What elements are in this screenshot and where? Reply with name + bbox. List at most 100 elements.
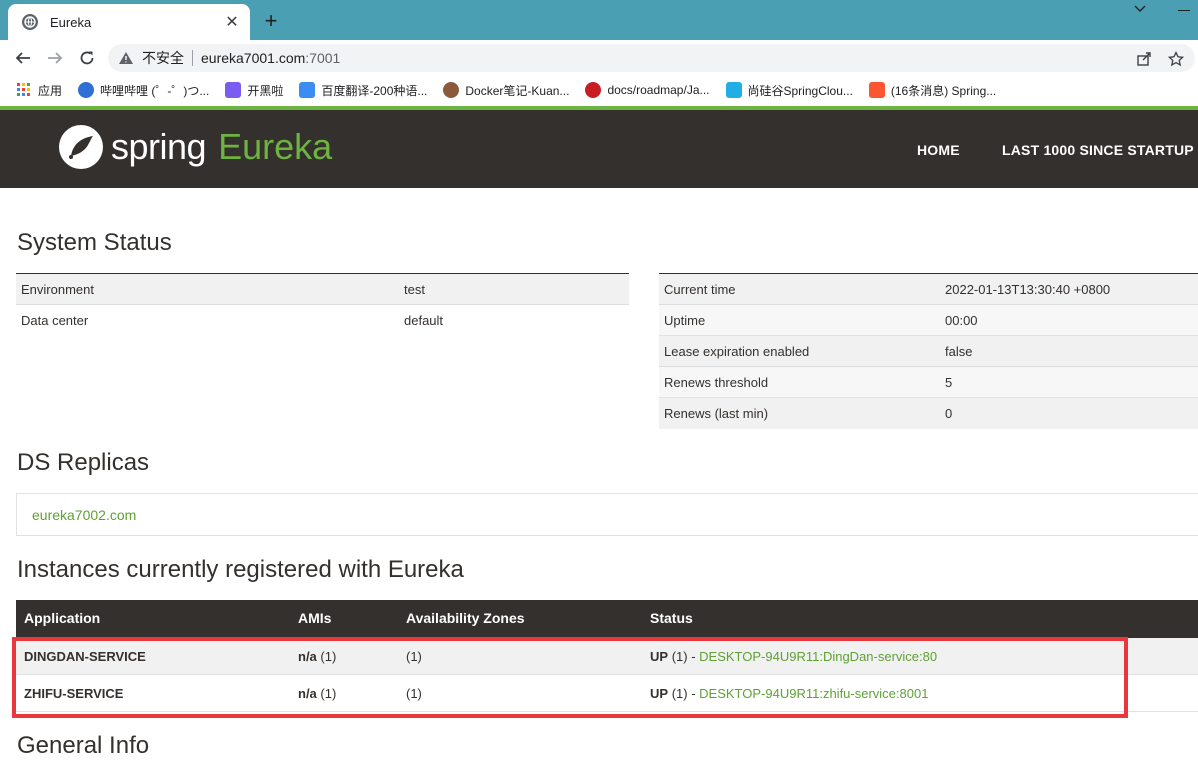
url-host[interactable]: eureka7001.com: [201, 50, 305, 66]
status-row: Data center default: [16, 304, 629, 336]
status-cell: UP (1) - DESKTOP-94U9R11:DingDan-service…: [650, 649, 937, 664]
browser-toolbar: 不安全 eureka7001.com :7001: [0, 40, 1198, 76]
spring-eureka-logo[interactable]: spring Eureka: [57, 123, 332, 171]
status-value: 00:00: [940, 304, 1198, 336]
tab-search-chevron-icon[interactable]: [1134, 2, 1146, 16]
bookmark-label: 应用: [38, 83, 63, 98]
table-row: DINGDAN-SERVICE n/a (1) (1) UP (1) - DES…: [16, 638, 1198, 675]
star-bookmark-icon[interactable]: [1167, 50, 1185, 68]
bookmark-label: 百度翻译-200种语...: [321, 83, 428, 98]
instances-table: Application AMIs Availability Zones Stat…: [16, 600, 1198, 712]
zones-cell: (1): [406, 686, 422, 701]
url-port[interactable]: :7001: [305, 50, 340, 66]
system-status-left-table: Environment test Data center default: [16, 273, 629, 336]
baidu-translate-icon: [299, 82, 316, 98]
status-count: (1) -: [671, 686, 696, 701]
reload-icon[interactable]: [76, 47, 98, 69]
logo-spring-text: spring: [111, 126, 207, 167]
kaiheila-icon: [225, 82, 242, 98]
status-value: 0: [940, 397, 1198, 429]
status-key: Uptime: [659, 304, 940, 336]
gitee-icon: [585, 82, 602, 98]
general-info-title: General Info: [17, 732, 150, 759]
replicas-list: eureka7002.com: [16, 493, 1198, 536]
column-header-application: Application: [24, 610, 101, 626]
bilibili-icon: [78, 82, 95, 98]
status-row: Environment test: [16, 273, 629, 305]
table-row: ZHIFU-SERVICE n/a (1) (1) UP (1) - DESKT…: [16, 675, 1198, 712]
warning-icon[interactable]: [118, 50, 134, 66]
bookmark-item[interactable]: 开黑啦: [225, 82, 283, 99]
system-status-right-table: Current time 2022-01-13T13:30:40 +0800 U…: [659, 273, 1198, 429]
instances-title: Instances currently registered with Eure…: [17, 556, 464, 583]
share-icon[interactable]: [1135, 50, 1153, 68]
status-count: (1) -: [671, 649, 696, 664]
forward-arrow-icon[interactable]: [44, 47, 66, 69]
status-up: UP: [650, 649, 669, 664]
status-value: 2022-01-13T13:30:40 +0800: [940, 273, 1198, 305]
close-tab-icon[interactable]: ✕: [224, 14, 240, 31]
amis-value: n/a: [298, 649, 317, 664]
bookmark-item[interactable]: 百度翻译-200种语...: [299, 82, 427, 99]
column-header-zones: Availability Zones: [406, 610, 525, 626]
status-row: Renews threshold 5: [659, 366, 1198, 398]
status-key: Data center: [16, 304, 399, 336]
bookmark-item[interactable]: (16条消息) Spring...: [868, 82, 997, 99]
application-name: DINGDAN-SERVICE: [24, 649, 146, 664]
system-status-title: System Status: [17, 229, 172, 256]
ds-replicas-title: DS Replicas: [17, 449, 150, 476]
status-value: default: [399, 304, 629, 336]
status-value: false: [940, 335, 1198, 367]
security-label[interactable]: 不安全: [142, 48, 184, 68]
spring-leaf-icon: [59, 125, 103, 169]
globe-icon: [22, 14, 38, 30]
status-up: UP: [650, 686, 669, 701]
address-separator: [192, 50, 193, 66]
status-cell: UP (1) - DESKTOP-94U9R11:zhifu-service:8…: [650, 686, 928, 701]
bookmark-item[interactable]: 哔哩哔哩 (゜-゜)つ...: [78, 82, 209, 99]
browser-tab[interactable]: Eureka ✕: [8, 4, 250, 40]
back-arrow-icon[interactable]: [12, 47, 34, 69]
zones-cell: (1): [406, 649, 422, 664]
status-value: test: [399, 273, 629, 305]
instance-link[interactable]: DESKTOP-94U9R11:DingDan-service:80: [699, 649, 937, 664]
minimize-icon[interactable]: [1178, 10, 1190, 11]
amis-count: (1): [320, 686, 337, 701]
status-row: Current time 2022-01-13T13:30:40 +0800: [659, 273, 1198, 305]
status-key: Lease expiration enabled: [659, 335, 940, 367]
status-row: Renews (last min) 0: [659, 397, 1198, 429]
bookmark-item[interactable]: Docker笔记-Kuan...: [443, 82, 569, 99]
bookmark-label: 哔哩哔哩 (゜-゜)つ...: [100, 83, 210, 98]
nav-last-1000-link[interactable]: LAST 1000 SINCE STARTUP: [1002, 142, 1194, 158]
bookmark-label: docs/roadmap/Ja...: [607, 83, 710, 97]
nav-home-link[interactable]: HOME: [917, 142, 960, 158]
amis-value: n/a: [298, 686, 317, 701]
column-header-amis: AMIs: [298, 610, 332, 626]
instances-table-header: Application AMIs Availability Zones Stat…: [16, 600, 1198, 638]
csdn-icon: [868, 82, 885, 98]
status-key: Environment: [16, 273, 399, 305]
bookmark-item[interactable]: 应用: [16, 82, 62, 99]
replica-link[interactable]: eureka7002.com: [32, 507, 136, 523]
instance-link[interactable]: DESKTOP-94U9R11:zhifu-service:8001: [699, 686, 928, 701]
tab-title: Eureka: [50, 14, 92, 30]
bookmark-item[interactable]: 尚硅谷SpringClou...: [725, 82, 853, 99]
bookmark-label: (16条消息) Spring...: [890, 83, 997, 98]
logo-eureka-text: Eureka: [218, 126, 333, 167]
bookmark-label: 开黑啦: [247, 83, 284, 98]
amis-cell: n/a (1): [298, 649, 336, 664]
column-header-status: Status: [650, 610, 693, 626]
browser-tabstrip: Eureka ✕ +: [0, 0, 1198, 40]
application-name: ZHIFU-SERVICE: [24, 686, 124, 701]
status-row: Uptime 00:00: [659, 304, 1198, 336]
new-tab-button[interactable]: +: [260, 10, 282, 32]
eureka-navbar: spring Eureka HOME LAST 1000 SINCE START…: [0, 110, 1198, 188]
bookmarks-bar: 应用 哔哩哔哩 (゜-゜)つ... 开黑啦 百度翻译-200种语... Dock…: [0, 76, 1198, 104]
apps-grid-icon: [16, 82, 32, 98]
bookmark-label: Docker笔记-Kuan...: [465, 83, 570, 98]
status-key: Renews threshold: [659, 366, 940, 398]
address-bar[interactable]: 不安全 eureka7001.com :7001: [108, 44, 1195, 72]
bookmark-item[interactable]: docs/roadmap/Ja...: [585, 82, 710, 98]
bilibili-tv-icon: [725, 82, 742, 98]
bookmark-label: 尚硅谷SpringClou...: [747, 83, 853, 98]
